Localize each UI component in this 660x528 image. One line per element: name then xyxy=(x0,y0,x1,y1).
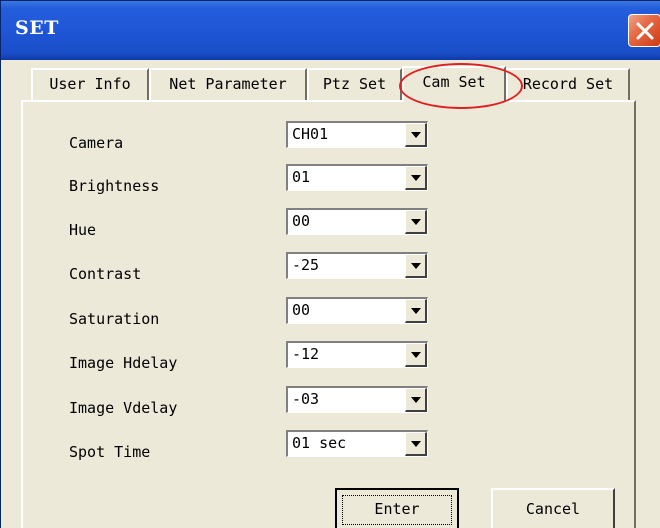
image-hdelay-label: Image Hdelay xyxy=(69,354,178,372)
spot-time-select[interactable]: 01 sec xyxy=(286,430,428,457)
title-bar[interactable]: SET xyxy=(1,0,660,60)
tab-ptz-set[interactable]: Ptz Set xyxy=(307,68,402,100)
brightness-label: Brightness xyxy=(69,177,160,195)
window-title: SET xyxy=(15,17,59,39)
spot-time-label: Spot Time xyxy=(69,443,151,461)
cancel-button[interactable]: Cancel xyxy=(491,488,615,528)
dropdown-button[interactable] xyxy=(405,166,427,190)
contrast-select[interactable]: -25 xyxy=(286,252,428,279)
hue-label: Hue xyxy=(69,221,97,239)
dropdown-button[interactable] xyxy=(405,123,427,147)
image-vdelay-value: -03 xyxy=(292,390,320,408)
dropdown-button[interactable] xyxy=(405,432,427,456)
chevron-down-icon xyxy=(411,397,421,403)
saturation-select[interactable]: 00 xyxy=(286,297,428,324)
tab-label: User Info xyxy=(49,75,131,93)
image-hdelay-select[interactable]: -12 xyxy=(286,341,428,368)
settings-dialog: SET User Info Net Parameter Ptz Set Cam … xyxy=(0,0,660,528)
focus-rect xyxy=(342,495,452,525)
contrast-label: Contrast xyxy=(69,265,142,283)
dropdown-button[interactable] xyxy=(405,388,427,412)
chevron-down-icon xyxy=(411,352,421,358)
hue-select[interactable]: 00 xyxy=(286,208,428,235)
highlight-circle xyxy=(399,63,523,109)
cancel-label: Cancel xyxy=(525,500,581,518)
chevron-down-icon xyxy=(411,308,421,314)
image-vdelay-label: Image Vdelay xyxy=(69,399,178,417)
tab-label: Ptz Set xyxy=(322,75,387,93)
camera-value: CH01 xyxy=(292,125,329,143)
chevron-down-icon xyxy=(411,263,421,269)
tab-record-set[interactable]: Record Set xyxy=(506,68,630,100)
spot-time-value: 01 sec xyxy=(292,434,347,452)
brightness-select[interactable]: 01 xyxy=(286,164,428,191)
tab-label: Record Set xyxy=(522,75,614,93)
image-vdelay-select[interactable]: -03 xyxy=(286,386,428,413)
camera-select[interactable]: CH01 xyxy=(286,121,428,148)
chevron-down-icon xyxy=(411,132,421,138)
dropdown-button[interactable] xyxy=(405,210,427,234)
hue-value: 00 xyxy=(292,212,311,230)
image-hdelay-value: -12 xyxy=(292,345,320,363)
dropdown-button[interactable] xyxy=(405,254,427,278)
saturation-label: Saturation xyxy=(69,310,160,328)
brightness-value: 01 xyxy=(292,168,311,186)
chevron-down-icon xyxy=(411,441,421,447)
chevron-down-icon xyxy=(411,219,421,225)
saturation-value: 00 xyxy=(292,301,311,319)
dropdown-button[interactable] xyxy=(405,343,427,367)
camera-label: Camera xyxy=(69,134,124,152)
chevron-down-icon xyxy=(411,175,421,181)
tab-net-parameter[interactable]: Net Parameter xyxy=(149,68,307,100)
dropdown-button[interactable] xyxy=(405,299,427,323)
close-icon xyxy=(636,22,654,40)
tab-user-info[interactable]: User Info xyxy=(31,68,149,100)
close-button[interactable] xyxy=(628,14,660,47)
contrast-value: -25 xyxy=(292,256,320,274)
tab-label: Net Parameter xyxy=(169,75,287,93)
enter-button[interactable]: Enter xyxy=(335,488,459,528)
